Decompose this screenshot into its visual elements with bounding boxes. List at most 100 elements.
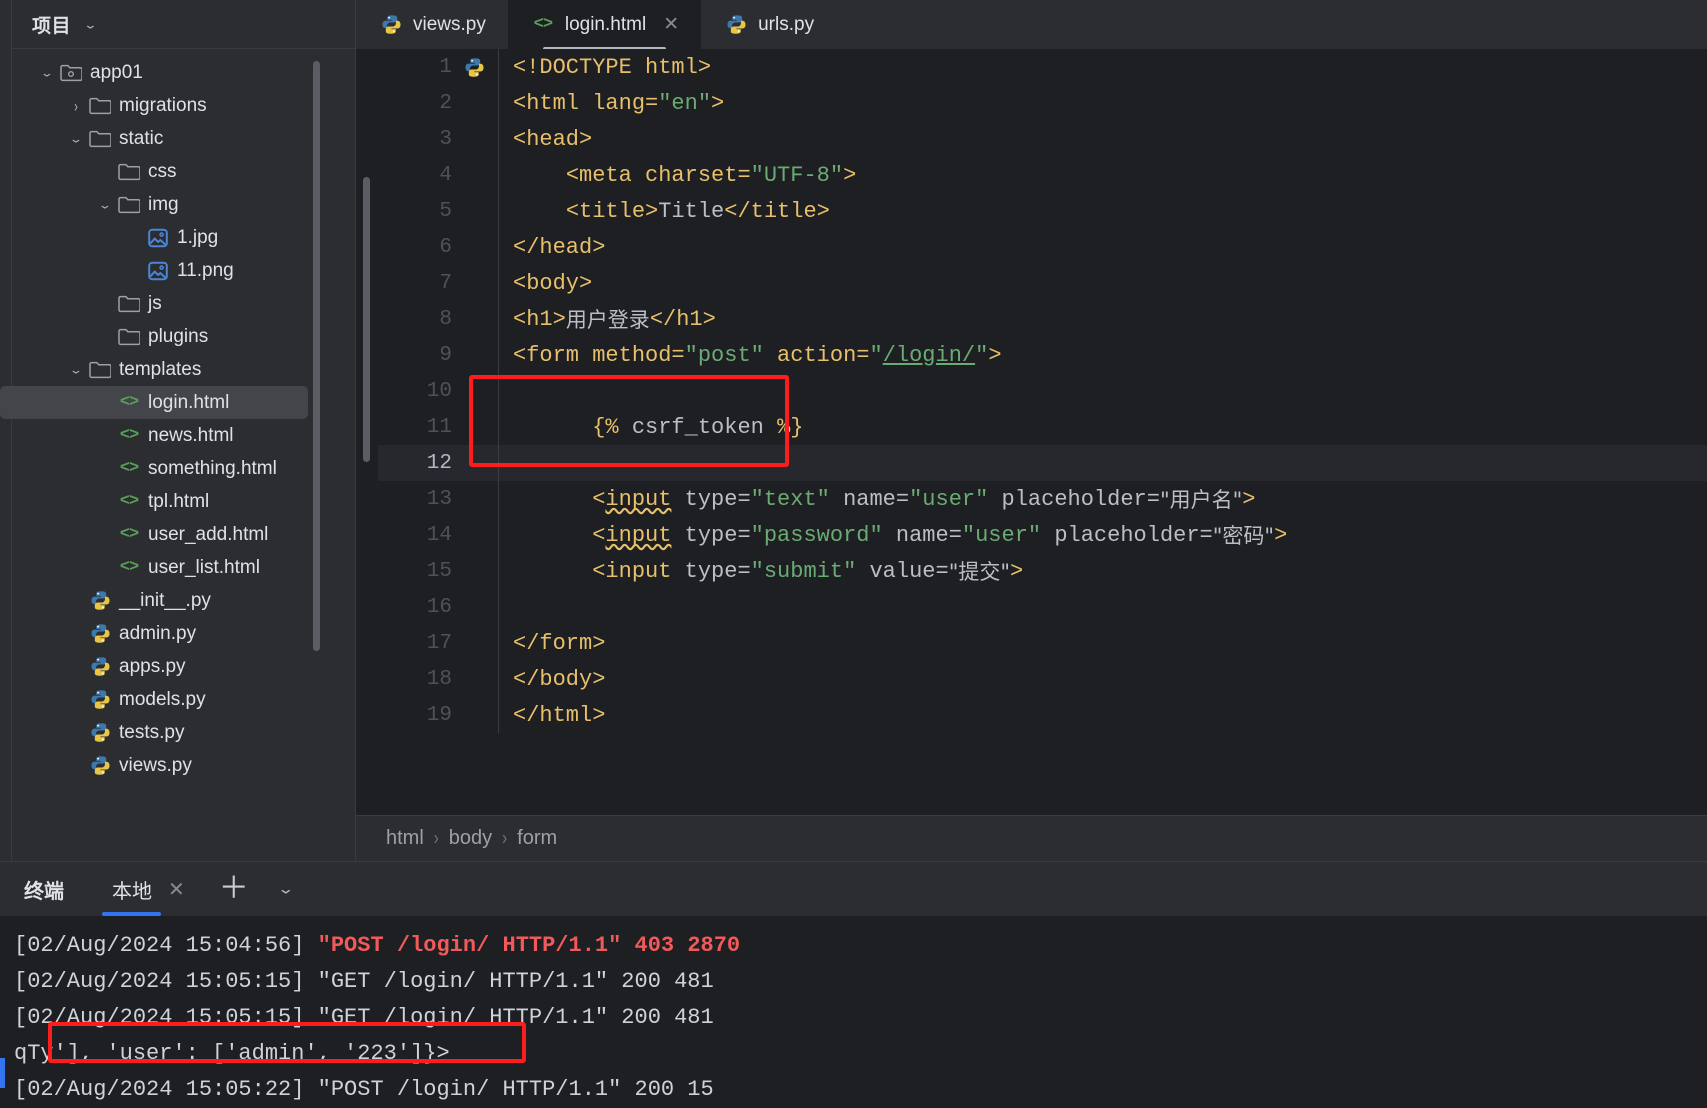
tree-item-login-html[interactable]: <> login.html <box>0 386 308 419</box>
chevron-down-icon[interactable]: ⌄ <box>62 364 91 375</box>
code-line[interactable]: 18 </body> <box>378 661 1707 697</box>
chevron-down-icon[interactable]: ⌄ <box>33 67 62 78</box>
terminal-output[interactable]: [02/Aug/2024 15:04:56] "POST /login/ HTT… <box>0 916 1707 1108</box>
code-line[interactable]: 3 <head> <box>378 121 1707 157</box>
editor-scrollbar[interactable] <box>363 177 370 462</box>
code-text[interactable]: <html lang= "en" > <box>498 85 1707 121</box>
code-line[interactable]: 17 </form> <box>378 625 1707 661</box>
code-line[interactable]: 2 <html lang= "en" > <box>378 85 1707 121</box>
code-line[interactable]: 11 {% csrf_token %} <box>378 409 1707 445</box>
tree-item-models-py[interactable]: models.py <box>0 683 355 716</box>
html-file-icon: <> <box>533 15 553 34</box>
project-file-tree[interactable]: ⌄ app01 › migrations ⌄ static css ⌄ img 1.jpg 11.p… <box>0 49 355 861</box>
code-text[interactable]: <title> Title </title> <box>498 193 1707 229</box>
breadcrumb-item-html[interactable]: html <box>378 827 432 850</box>
code-text[interactable] <box>498 445 1707 481</box>
close-icon[interactable]: ✕ <box>663 13 679 36</box>
code-editor[interactable]: 1 <!DOCTYPE html> 2 <html lang= "en" >3 <head>… <box>356 49 1707 815</box>
code-text[interactable]: <h1> 用户登录 </h1> <box>498 301 1707 337</box>
code-text[interactable]: <head> <box>498 121 1707 157</box>
chevron-down-icon[interactable]: ⌄ <box>91 199 120 210</box>
tree-item-admin-py[interactable]: admin.py <box>0 617 355 650</box>
code-line[interactable]: 15 <input type= "submit" value= "提交" > <box>378 553 1707 589</box>
code-text[interactable]: <form method= "post" action= "/login/" > <box>498 337 1707 373</box>
code-text[interactable] <box>498 373 1707 409</box>
tree-item-news-html[interactable]: <> news.html <box>0 419 355 452</box>
plus-icon[interactable]: ＋ <box>219 874 249 904</box>
tree-item-plugins[interactable]: plugins <box>0 320 355 353</box>
code-token: Title <box>658 198 725 224</box>
code-text[interactable]: </html> <box>498 697 1707 733</box>
code-line[interactable]: 12 <box>378 445 1707 481</box>
code-token: placeholder= <box>1041 522 1213 548</box>
code-text[interactable]: </body> <box>498 661 1707 697</box>
code-text[interactable]: </form> <box>498 625 1707 661</box>
code-line[interactable]: 7 <body> <box>378 265 1707 301</box>
code-line[interactable]: 13 < input type= "text" name= "user" placeh… <box>378 481 1707 517</box>
chevron-down-icon[interactable]: ⌄ <box>277 880 294 898</box>
code-token: <html lang= <box>513 90 659 116</box>
python-file-icon[interactable] <box>464 57 498 78</box>
tree-item-tpl-html[interactable]: <> tpl.html <box>0 485 355 518</box>
code-text[interactable]: <meta charset= "UTF-8" > <box>498 157 1707 193</box>
code-line[interactable]: 9 <form method= "post" action= "/login/" > <box>378 337 1707 373</box>
chevron-right-icon[interactable]: › <box>67 97 86 114</box>
python-file-icon <box>87 722 113 743</box>
editor-tab-label: urls.py <box>758 13 815 35</box>
code-token: </form> <box>513 630 606 656</box>
tree-item-1-jpg[interactable]: 1.jpg <box>0 221 355 254</box>
tree-item-tests-py[interactable]: tests.py <box>0 716 355 749</box>
tree-item-user-add-html[interactable]: <> user_add.html <box>0 518 355 551</box>
tree-item--init-py[interactable]: __init__.py <box>0 584 355 617</box>
code-line[interactable]: 5 <title> Title </title> <box>378 193 1707 229</box>
tree-item-something-html[interactable]: <> something.html <box>0 452 355 485</box>
editor-tab-views-py[interactable]: views.py <box>356 0 508 49</box>
terminal-tab-local[interactable]: 本地 ✕ <box>102 862 191 916</box>
folder-icon <box>116 163 142 181</box>
tree-item-user-list-html[interactable]: <> user_list.html <box>0 551 355 584</box>
breadcrumb[interactable]: html › body › form <box>356 815 1707 861</box>
tree-item-views-py[interactable]: views.py <box>0 749 355 782</box>
tree-item-apps-py[interactable]: apps.py <box>0 650 355 683</box>
breadcrumb-item-form[interactable]: form <box>509 827 565 850</box>
chevron-down-icon[interactable]: ⌄ <box>62 133 91 144</box>
code-lines[interactable]: 1 <!DOCTYPE html> 2 <html lang= "en" >3 <head>… <box>378 49 1707 815</box>
chevron-down-icon[interactable]: ⌄ <box>83 18 98 30</box>
tree-item-static[interactable]: ⌄ static <box>0 122 355 155</box>
editor-tab-bar[interactable]: views.py <> login.html ✕ urls.py <box>356 0 1707 51</box>
code-text[interactable]: <input type= "submit" value= "提交" > <box>498 553 1707 589</box>
code-line[interactable]: 8 <h1> 用户登录 </h1> <box>378 301 1707 337</box>
tree-item-js[interactable]: js <box>0 287 355 320</box>
code-text[interactable]: < input type= "text" name= "user" placehold… <box>498 481 1707 517</box>
code-line[interactable]: 14 < input type= "password" name= "user" pl… <box>378 517 1707 553</box>
code-text[interactable]: </head> <box>498 229 1707 265</box>
code-line[interactable]: 6 </head> <box>378 229 1707 265</box>
tree-item-img[interactable]: ⌄ img <box>0 188 355 221</box>
code-token: "text" <box>750 486 830 512</box>
editor-tab-urls-py[interactable]: urls.py <box>701 0 836 49</box>
sidebar-scrollbar[interactable] <box>313 61 320 651</box>
code-token: </title> <box>724 198 830 224</box>
editor-tab-login-html[interactable]: <> login.html ✕ <box>507 0 702 51</box>
tree-item-templates[interactable]: ⌄ templates <box>0 353 355 386</box>
tree-item-css[interactable]: css <box>0 155 355 188</box>
code-line[interactable]: 1 <!DOCTYPE html> <box>378 49 1707 85</box>
code-text[interactable]: {% csrf_token %} <box>498 409 1707 445</box>
code-line[interactable]: 10 <box>378 373 1707 409</box>
code-text[interactable]: <!DOCTYPE html> <box>498 49 1707 85</box>
project-panel-header[interactable]: 项目 ⌄ <box>0 0 355 49</box>
tree-item-migrations[interactable]: › migrations <box>0 89 355 122</box>
code-token: input <box>605 522 672 548</box>
code-line[interactable]: 16 <box>378 589 1707 625</box>
code-text[interactable] <box>498 589 1707 625</box>
code-text[interactable]: < input type= "password" name= "user" place… <box>498 517 1707 553</box>
breadcrumb-item-body[interactable]: body <box>441 827 500 850</box>
line-number: 18 <box>426 667 452 691</box>
line-number: 1 <box>439 55 452 79</box>
code-line[interactable]: 19 </html> <box>378 697 1707 733</box>
code-line[interactable]: 4 <meta charset= "UTF-8" > <box>378 157 1707 193</box>
close-icon[interactable]: ✕ <box>168 877 185 902</box>
tree-item-11-png[interactable]: 11.png <box>0 254 355 287</box>
tree-item-app01[interactable]: ⌄ app01 <box>0 56 355 89</box>
code-text[interactable]: <body> <box>498 265 1707 301</box>
